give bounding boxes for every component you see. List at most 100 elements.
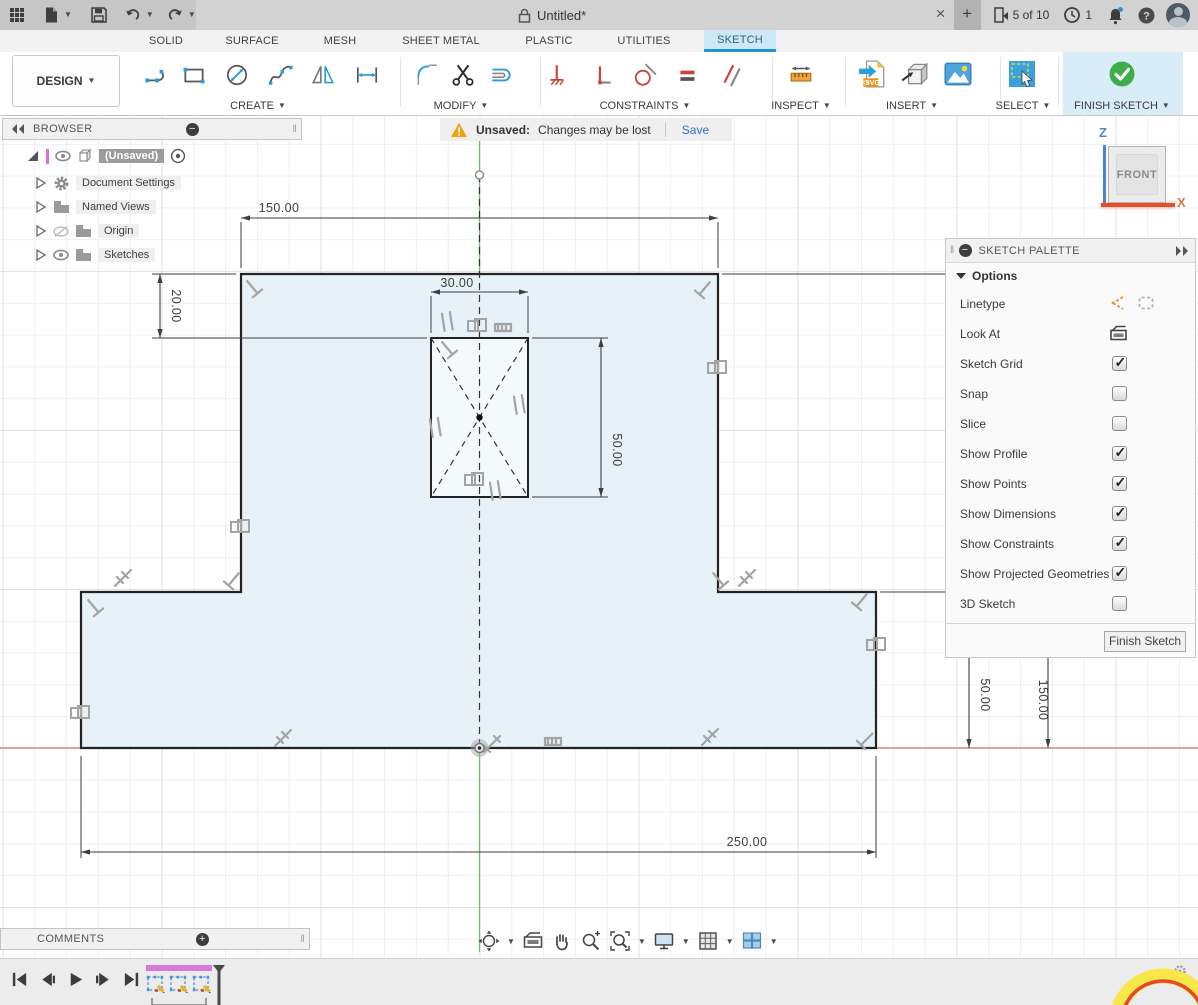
center-point[interactable] — [476, 414, 482, 420]
grid-settings-icon[interactable] — [697, 930, 719, 952]
rectangle-icon[interactable] — [181, 62, 207, 88]
sketch-feature-icon[interactable] — [168, 973, 190, 995]
eye-icon[interactable] — [53, 249, 69, 261]
sketch-feature-icon[interactable] — [191, 973, 213, 995]
show-points-checkbox[interactable] — [1112, 476, 1127, 491]
viewcube-front-face[interactable]: FRONT — [1108, 146, 1166, 203]
browser-item-document-settings[interactable]: Document Settings — [34, 173, 181, 193]
tab-sheet-metal[interactable]: SHEET METAL — [402, 30, 480, 52]
fillet-icon[interactable] — [414, 62, 440, 88]
redo-menu-caret[interactable]: ▼ — [188, 11, 196, 19]
look-at-icon[interactable] — [522, 930, 544, 952]
sketch-profile[interactable] — [81, 274, 876, 748]
spline-icon[interactable] — [268, 62, 294, 88]
dimension-150.00[interactable]: 150.00 — [241, 201, 718, 268]
new-tab-button[interactable]: + — [954, 0, 981, 30]
document-tabs-count[interactable]: 5 of 10 — [1013, 8, 1050, 22]
tab-sketch[interactable]: SKETCH — [704, 30, 776, 52]
save-icon[interactable] — [90, 6, 108, 24]
group-label-insert[interactable]: INSERT▼ — [886, 100, 938, 112]
play-icon[interactable] — [66, 970, 85, 989]
show-projected-geometries-checkbox[interactable] — [1112, 566, 1127, 581]
file-menu-caret[interactable]: ▼ — [64, 11, 72, 19]
collapse-right-icon[interactable] — [1175, 246, 1189, 256]
browser-item-sketches[interactable]: Sketches — [34, 245, 155, 265]
fit-caret[interactable]: ▼ — [638, 937, 646, 946]
sketch-feature-icon[interactable] — [145, 973, 167, 995]
mirror-icon[interactable] — [310, 62, 336, 88]
timeline-position-marker[interactable] — [213, 965, 225, 1005]
group-label-modify[interactable]: MODIFY▼ — [434, 100, 489, 112]
line-icon[interactable] — [144, 62, 170, 88]
expand-closed-icon[interactable] — [34, 224, 47, 238]
browser-collapse-icon[interactable]: − — [186, 123, 199, 136]
finish-sketch-button[interactable]: Finish Sketch — [1104, 631, 1186, 652]
display-caret[interactable]: ▼ — [682, 937, 690, 946]
expand-closed-icon[interactable] — [34, 200, 47, 214]
sketch-grid-checkbox[interactable] — [1112, 356, 1127, 371]
construction-linetype-icon[interactable] — [1109, 294, 1127, 312]
group-label-create[interactable]: CREATE▼ — [230, 100, 286, 112]
trim-icon[interactable] — [450, 62, 476, 88]
inner-rectangle[interactable] — [431, 338, 528, 497]
grid-caret[interactable]: ▼ — [726, 937, 734, 946]
dimension-50.00[interactable]: 50.00 — [532, 338, 624, 497]
bell-icon[interactable] — [1106, 6, 1125, 25]
dimension-icon[interactable] — [354, 62, 380, 88]
eye-off-icon[interactable] — [53, 225, 69, 238]
expand-closed-icon[interactable] — [34, 248, 47, 262]
group-label-inspect[interactable]: INSPECT▼ — [771, 100, 831, 112]
browser-item-label[interactable]: Origin — [98, 224, 139, 238]
insert-attach-icon[interactable] — [900, 59, 930, 89]
comments-panel-header[interactable]: COMMENTS + ‖ — [0, 928, 310, 950]
sketch-origin-point[interactable] — [471, 739, 489, 757]
comments-drag-handle[interactable]: ‖ — [300, 934, 305, 945]
dimension-250.00[interactable]: 250.00 — [81, 756, 876, 858]
orbit-caret[interactable]: ▼ — [507, 937, 515, 946]
viewports-icon[interactable] — [741, 930, 763, 952]
parallel-icon[interactable] — [718, 62, 744, 88]
expand-closed-icon[interactable] — [34, 176, 47, 190]
pan-icon[interactable] — [551, 930, 573, 952]
tab-mesh[interactable]: MESH — [324, 30, 357, 52]
view-cube[interactable]: Z FRONT X — [1090, 125, 1198, 230]
show-profile-checkbox[interactable] — [1112, 446, 1127, 461]
select-icon[interactable] — [1007, 59, 1037, 89]
browser-item-named-views[interactable]: Named Views — [34, 197, 156, 217]
show-constraints-checkbox[interactable] — [1112, 536, 1127, 551]
skip-to-start-icon[interactable] — [10, 970, 29, 989]
save-link[interactable]: Save — [682, 123, 709, 137]
tab-plastic[interactable]: PLASTIC — [525, 30, 572, 52]
step-forward-icon[interactable] — [94, 970, 113, 989]
collapse-left-icon[interactable] — [11, 124, 25, 134]
orbit-icon[interactable] — [478, 930, 500, 952]
group-label-finish-sketch[interactable]: FINISH SKETCH▼ — [1074, 100, 1170, 112]
insert-image-icon[interactable] — [943, 59, 973, 89]
insert-svg-icon[interactable]: SVG — [858, 59, 888, 89]
step-back-icon[interactable] — [38, 970, 57, 989]
horizontal-vertical-icon[interactable] — [588, 62, 614, 88]
browser-item-label[interactable]: Named Views — [76, 200, 156, 214]
group-label-select[interactable]: SELECT▼ — [996, 100, 1051, 112]
dimension-20.00[interactable]: 20.00 — [152, 274, 427, 338]
tab-solid[interactable]: SOLID — [149, 30, 183, 52]
viewcube-face-label[interactable]: FRONT — [1109, 147, 1165, 202]
sketch-canvas[interactable]: 150.0030.0020.0050.00250.0050.00150.00 B… — [0, 115, 1198, 958]
look-at-palette-icon[interactable] — [1109, 324, 1128, 342]
palette-options-section[interactable]: Options — [946, 263, 1195, 289]
projected-point[interactable] — [476, 171, 484, 179]
close-tab-icon[interactable]: × — [928, 0, 954, 30]
avatar[interactable] — [1166, 3, 1190, 27]
document-name[interactable]: (Unsaved) — [99, 149, 164, 163]
group-label-constraints[interactable]: CONSTRAINTS▼ — [600, 100, 691, 112]
snap-checkbox[interactable] — [1112, 386, 1127, 401]
fixed-icon[interactable] — [547, 62, 573, 88]
equal-icon[interactable] — [675, 62, 701, 88]
centerline-linetype-icon[interactable] — [1137, 294, 1155, 312]
offset-icon[interactable] — [488, 62, 514, 88]
file-icon[interactable] — [42, 6, 60, 24]
browser-drag-handle[interactable]: ‖ — [292, 124, 297, 135]
zoom-icon[interactable] — [580, 930, 602, 952]
tab-surface[interactable]: SURFACE — [225, 30, 278, 52]
app-grid-icon[interactable] — [8, 6, 26, 24]
